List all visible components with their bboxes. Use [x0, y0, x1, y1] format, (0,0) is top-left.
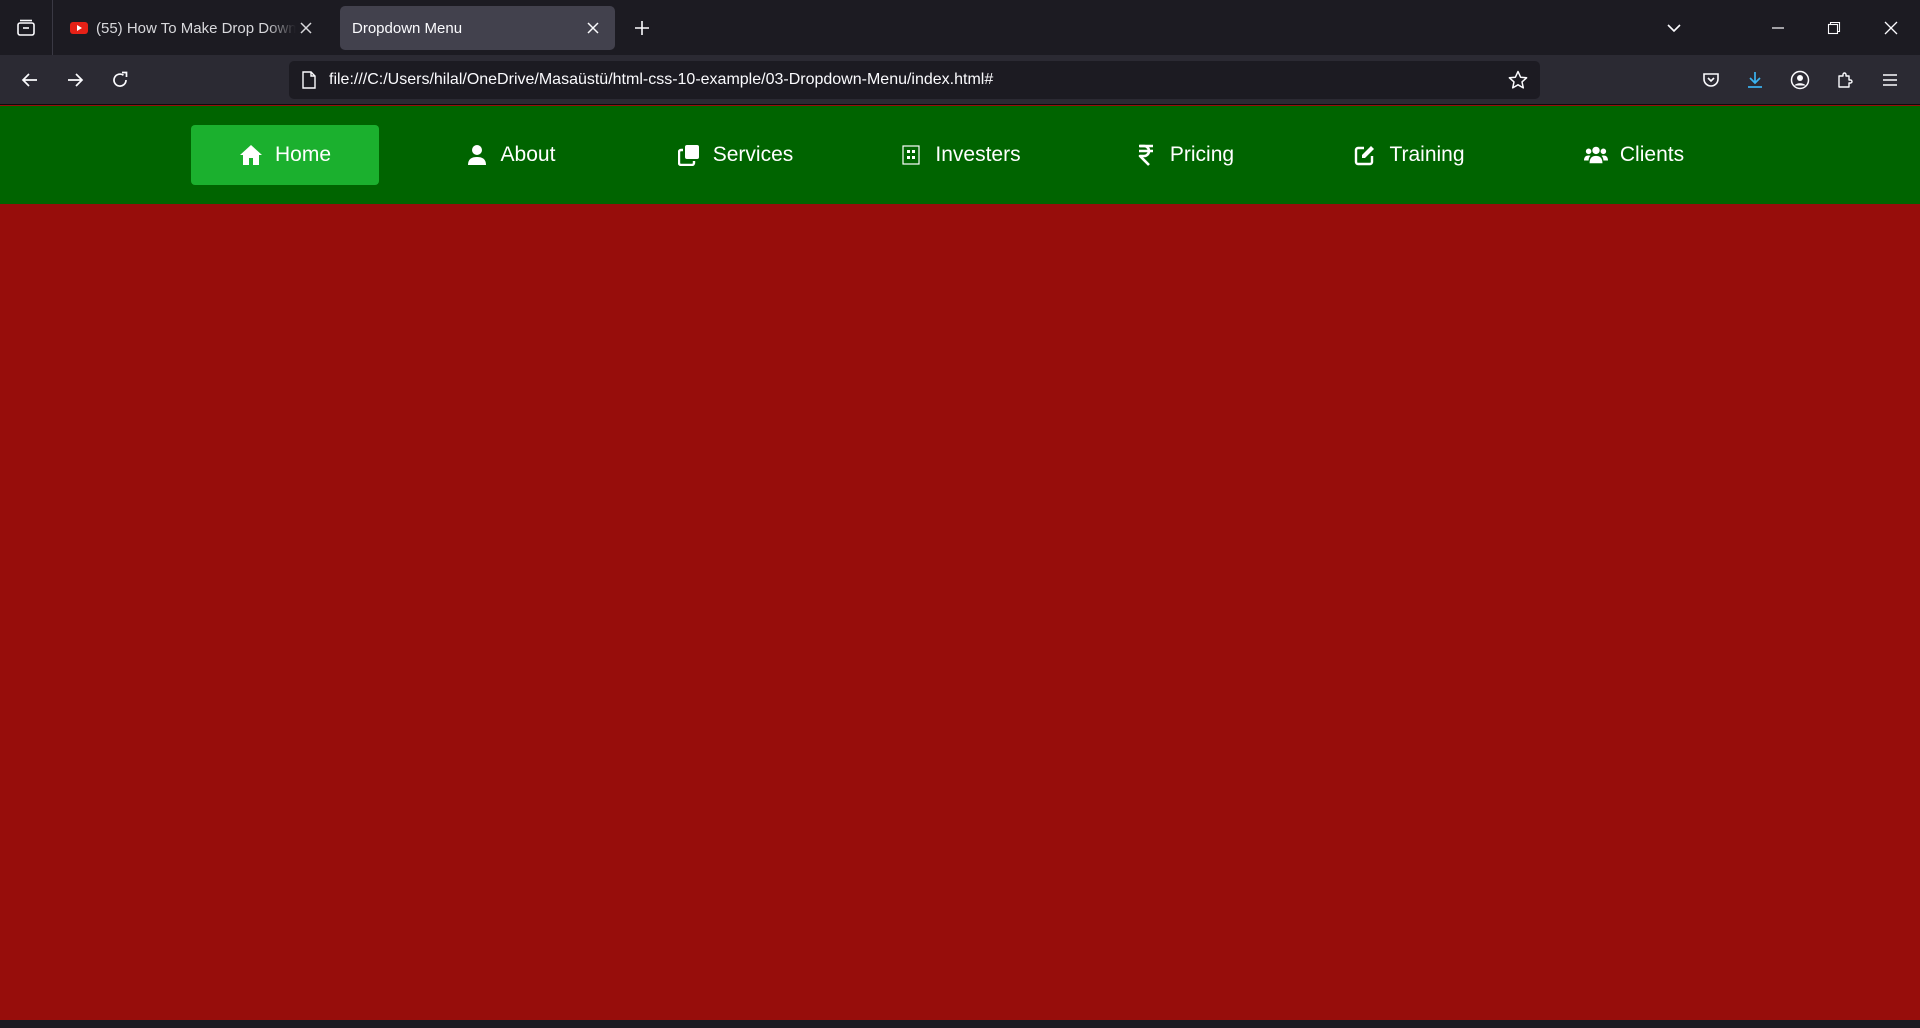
menu-item-label: Pricing: [1169, 143, 1235, 166]
close-tab-icon[interactable]: [296, 18, 316, 38]
menu-item-label: About: [500, 143, 556, 166]
menu-item-label: Clients: [1619, 143, 1685, 166]
minimize-icon: [1772, 27, 1784, 29]
app-menu-button[interactable]: [1874, 64, 1906, 96]
tab-title: Dropdown Menu: [352, 19, 463, 37]
download-icon: [1748, 72, 1762, 88]
menu-item-investers[interactable]: Investers: [866, 125, 1054, 185]
chevron-down-icon: [1667, 24, 1681, 33]
status-strip: [0, 1020, 1920, 1028]
menu-item-clients[interactable]: Clients: [1540, 125, 1728, 185]
back-button[interactable]: [14, 64, 46, 96]
hamburger-menu-icon: [1883, 74, 1897, 86]
minimize-button[interactable]: [1764, 14, 1792, 42]
reload-button[interactable]: [104, 64, 136, 96]
reload-icon: [113, 71, 128, 87]
edit-icon: [1353, 143, 1377, 167]
users-icon: [1583, 143, 1608, 167]
url-text[interactable]: file:///C:/Users/hilal/OneDrive/Masaüstü…: [329, 71, 1508, 89]
home-icon: [239, 143, 263, 167]
arrow-left-icon: [21, 73, 37, 87]
new-tab-button[interactable]: [628, 14, 656, 42]
close-icon: [1884, 21, 1898, 35]
arrow-right-icon: [68, 73, 84, 87]
address-bar[interactable]: file:///C:/Users/hilal/OneDrive/Masaüstü…: [289, 61, 1540, 99]
bookmark-star-icon[interactable]: [1508, 70, 1528, 90]
account-icon: [1790, 70, 1810, 90]
user-icon: [465, 143, 489, 167]
tab-youtube[interactable]: (55) How To Make Drop Down Menu: [58, 6, 328, 50]
tab-title: (55) How To Make Drop Down Menu: [96, 19, 296, 37]
restore-icon: [1827, 21, 1841, 35]
rupee-icon: [1134, 143, 1158, 167]
close-tab-icon[interactable]: [583, 18, 603, 38]
menu-item-about[interactable]: About: [416, 125, 604, 185]
pocket-icon: [1703, 73, 1719, 87]
menu-item-pricing[interactable]: Pricing: [1090, 125, 1278, 185]
menu-item-label: Home: [274, 143, 332, 166]
tab-bar: (55) How To Make Drop Down Menu Dropdown…: [0, 0, 1920, 55]
forward-button[interactable]: [59, 64, 91, 96]
puzzle-piece-icon: [1838, 72, 1853, 88]
menu-item-label: Training: [1389, 143, 1465, 166]
restore-button[interactable]: [1820, 14, 1848, 42]
menu-item-training[interactable]: Training: [1315, 125, 1503, 185]
extensions-button[interactable]: [1829, 64, 1861, 96]
downloads-button[interactable]: [1739, 64, 1771, 96]
pocket-button[interactable]: [1695, 64, 1727, 96]
firefox-view-button[interactable]: [0, 0, 53, 55]
list-all-tabs-button[interactable]: [1660, 14, 1688, 42]
main-menu: Home About Services Investers Pricing Tr…: [0, 106, 1920, 204]
youtube-icon: [70, 22, 88, 34]
menu-item-services[interactable]: Services: [641, 125, 829, 185]
close-window-button[interactable]: [1877, 14, 1905, 42]
navigation-toolbar: file:///C:/Users/hilal/OneDrive/Masaüstü…: [0, 55, 1920, 105]
clone-icon: [677, 143, 701, 167]
plus-icon: [635, 21, 649, 35]
menu-item-label: Services: [712, 143, 794, 166]
page-icon: [302, 71, 316, 89]
menu-item-home[interactable]: Home: [191, 125, 379, 185]
account-button[interactable]: [1784, 64, 1816, 96]
firefox-view-icon: [17, 19, 35, 36]
broken-glyph-icon: [899, 143, 923, 167]
tab-dropdown-menu[interactable]: Dropdown Menu: [340, 6, 615, 50]
menu-item-label: Investers: [935, 143, 1021, 166]
